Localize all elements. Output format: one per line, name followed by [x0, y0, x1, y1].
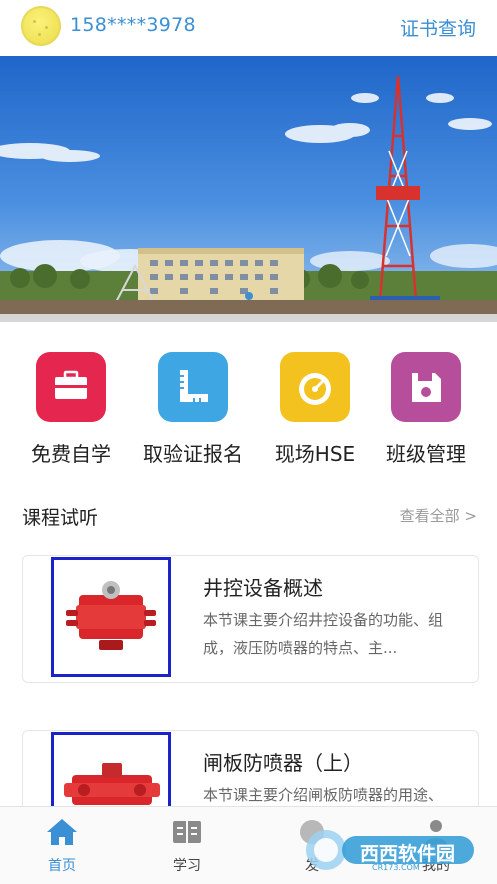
- watermark-subtext: CR173.COM: [372, 863, 420, 872]
- floppy-disk-icon: [391, 352, 461, 422]
- nav-label: 学习: [173, 858, 201, 874]
- courses-section-title: 课程试听: [22, 507, 99, 529]
- gauge-icon: [280, 352, 350, 422]
- home-icon: [47, 819, 77, 845]
- menu-free-study[interactable]: 免费自学: [11, 352, 131, 467]
- book-icon: [173, 821, 201, 843]
- nav-study[interactable]: 学习: [147, 817, 227, 875]
- ruler-icon: [158, 352, 228, 422]
- drilling-rig-image: [0, 56, 497, 322]
- menu-site-hse[interactable]: 现场HSE: [255, 352, 375, 467]
- course-thumbnail: [51, 557, 171, 677]
- menu-cert-registration[interactable]: 取验证报名: [133, 352, 253, 467]
- app-header: 158****3978 证书查询: [0, 0, 497, 56]
- site-watermark: 西西软件园 CR173.COM: [300, 822, 480, 876]
- see-all-link[interactable]: 查看全部 >: [400, 505, 477, 526]
- avatar[interactable]: [21, 6, 61, 46]
- hero-banner[interactable]: [0, 56, 497, 322]
- course-description: 本节课主要介绍闸板防喷器的用途、: [203, 786, 444, 804]
- user-phone: 158****3978: [70, 14, 196, 36]
- menu-label: 取验证报名: [143, 442, 243, 466]
- course-title: 闸板防喷器（上）: [203, 751, 363, 775]
- menu-label: 免费自学: [31, 442, 111, 466]
- menu-class-management[interactable]: 班级管理: [366, 352, 486, 467]
- menu-label: 现场HSE: [274, 442, 356, 466]
- nav-home[interactable]: 首页: [22, 817, 102, 875]
- briefcase-icon: [36, 352, 106, 422]
- menu-label: 班级管理: [386, 442, 466, 466]
- nav-label: 首页: [48, 858, 76, 874]
- course-description: 本节课主要介绍井控设备的功能、组成，液压防喷器的特点、主...: [203, 611, 444, 657]
- course-card[interactable]: 井控设备概述 本节课主要介绍井控设备的功能、组成，液压防喷器的特点、主...: [22, 555, 479, 683]
- course-title: 井控设备概述: [203, 576, 323, 600]
- certificate-query-link[interactable]: 证书查询: [400, 14, 476, 41]
- watermark-text: 西西软件园: [360, 843, 456, 865]
- quick-menu: 免费自学 取验证报名 现场HSE 班级管理: [0, 352, 497, 472]
